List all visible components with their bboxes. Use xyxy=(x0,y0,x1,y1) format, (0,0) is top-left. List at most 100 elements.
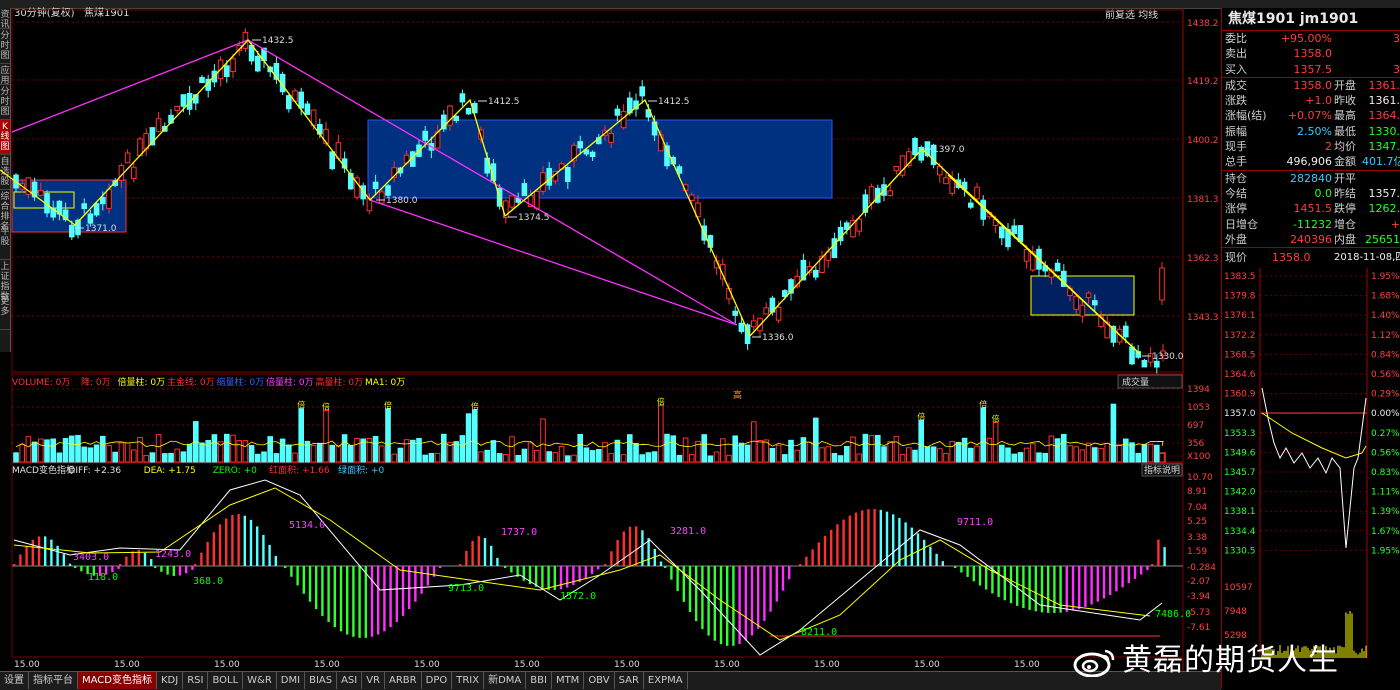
volume-bar xyxy=(788,439,794,463)
macd-bar xyxy=(978,566,982,586)
indicator-tab-10[interactable]: VR xyxy=(362,672,386,689)
candle-body xyxy=(224,65,230,77)
mini-pct-label: 0.84% xyxy=(1371,351,1400,361)
candle-body xyxy=(180,94,187,107)
volume-bar xyxy=(224,433,230,463)
volume-bar xyxy=(230,434,236,463)
indicator-tab-6[interactable]: W&R xyxy=(243,672,277,689)
indicator-tab-16[interactable]: MTM xyxy=(552,672,585,689)
volume-bar xyxy=(434,452,441,463)
macd-bar xyxy=(308,566,312,602)
macd-bar xyxy=(628,526,632,566)
volume-bar xyxy=(298,408,304,463)
candle-body xyxy=(131,166,137,180)
volume-bar xyxy=(596,448,602,463)
macd-bar xyxy=(635,526,638,566)
macd-bar xyxy=(315,566,318,610)
macd-bar xyxy=(465,550,468,566)
macd-bar xyxy=(892,514,895,566)
indicator-tab-1[interactable]: 指标平台 xyxy=(29,672,78,689)
quote-label: 内盘 xyxy=(1334,232,1356,246)
candle-body xyxy=(589,151,596,157)
quote-label: 金额 xyxy=(1334,155,1356,169)
volume-bar xyxy=(385,408,391,463)
candle-body xyxy=(286,95,292,110)
volume-bar xyxy=(930,446,937,463)
indicator-tab-18[interactable]: SAR xyxy=(615,672,644,689)
intraday-mini-chart[interactable]: 1383.5 1.95% 1379.8 1.68% 1376.1 1.40% 1372.2 1… xyxy=(1222,268,1400,659)
mini-price-label: 1353.3 xyxy=(1224,429,1256,439)
macd-bar xyxy=(346,566,349,635)
time-axis-label: 15.00 xyxy=(214,660,240,670)
indicator-tab-14[interactable]: 新DMA xyxy=(484,672,527,689)
candle-body xyxy=(614,108,621,116)
mini-pct-label: 0.56% xyxy=(1371,370,1400,380)
volume-bar xyxy=(56,452,63,463)
volume-bar xyxy=(484,449,490,463)
indicator-tab-0[interactable]: 设置 xyxy=(0,672,29,689)
volume-bar xyxy=(205,439,211,463)
volume-bar xyxy=(868,435,875,463)
indicator-tab-9[interactable]: ASI xyxy=(337,672,363,689)
macd-bar xyxy=(676,566,679,592)
indicator-tab-17[interactable]: OBV xyxy=(584,672,615,689)
candle-body xyxy=(155,118,162,132)
candle-body xyxy=(689,194,695,201)
time-axis-label: 15.00 xyxy=(314,660,340,670)
volume-bar xyxy=(583,447,590,463)
volume-bar xyxy=(924,446,931,463)
volume-bar xyxy=(490,440,497,463)
volume-bar xyxy=(304,440,311,463)
macd-bar xyxy=(873,509,876,566)
indicator-tab-3[interactable]: KDJ xyxy=(157,672,184,689)
kline-chart-area[interactable]: 30分钟(复权) 焦煤1901 前复选 均线1438.21419.21400.213… xyxy=(0,0,1221,671)
macd-bar xyxy=(321,566,324,616)
quote-label: 现手 xyxy=(1225,140,1247,154)
volume-bar xyxy=(81,446,88,463)
macd-bar xyxy=(383,566,386,632)
macd-bar xyxy=(682,566,685,602)
macd-bar xyxy=(744,566,747,641)
macd-bar xyxy=(659,561,663,566)
indicator-tab-8[interactable]: BIAS xyxy=(305,672,338,689)
candle-body xyxy=(813,269,819,278)
macd-bar xyxy=(941,561,944,566)
quote-label: 开盘 xyxy=(1334,78,1356,92)
quote-row: 涨幅(结) +0.07% 最高 1364. xyxy=(1222,108,1400,123)
macd-axis-label: 3.38 xyxy=(1187,533,1207,543)
quote-row: 卖出 1358.0 xyxy=(1222,46,1400,61)
indicator-tab-19[interactable]: EXPMA xyxy=(644,672,688,689)
macd-bar xyxy=(799,564,802,566)
indicator-tab-5[interactable]: BOLL xyxy=(208,672,244,689)
macd-bar xyxy=(763,566,766,621)
candle-body xyxy=(422,130,428,141)
volume-bar xyxy=(137,436,143,463)
indicator-tab-11[interactable]: ARBR xyxy=(385,672,422,689)
indicator-tab-7[interactable]: DMI xyxy=(277,672,306,689)
quote-label: 涨幅(结) xyxy=(1225,109,1267,123)
indicator-tab-13[interactable]: TRIX xyxy=(452,672,485,689)
time-axis-label: 15.00 xyxy=(614,660,640,670)
current-price-label: 现价 xyxy=(1225,251,1247,265)
volume-bar xyxy=(1098,447,1104,463)
indicator-tab-2[interactable]: MACD变色指标 xyxy=(78,672,157,689)
macd-axis-label: -3.94 xyxy=(1187,592,1211,602)
volume-bar xyxy=(472,409,478,463)
candle-body xyxy=(255,55,261,72)
macd-bar xyxy=(80,566,83,572)
macd-bar xyxy=(566,566,569,588)
macd-bar xyxy=(117,566,120,569)
volume-bar xyxy=(428,452,435,463)
candle-body xyxy=(912,137,918,156)
volume-bar xyxy=(819,447,825,463)
volume-bar xyxy=(273,453,280,463)
indicator-tab-12[interactable]: DPO xyxy=(422,672,453,689)
indicator-tab-15[interactable]: BBI xyxy=(526,672,552,689)
price-axis-label: 1343.3 xyxy=(1187,313,1219,323)
indicator-tab-bar[interactable]: 设置 指标平台 MACD变色指标 KDJ RSI BOLL W&R DMI BIAS ASI VR A… xyxy=(0,671,1221,690)
time-axis-label: 15.00 xyxy=(114,660,140,670)
indicator-tab-4[interactable]: RSI xyxy=(183,672,209,689)
macd-bar xyxy=(929,546,932,566)
macd-bar xyxy=(1109,566,1112,596)
price-axis-label: 1400.2 xyxy=(1187,136,1219,146)
